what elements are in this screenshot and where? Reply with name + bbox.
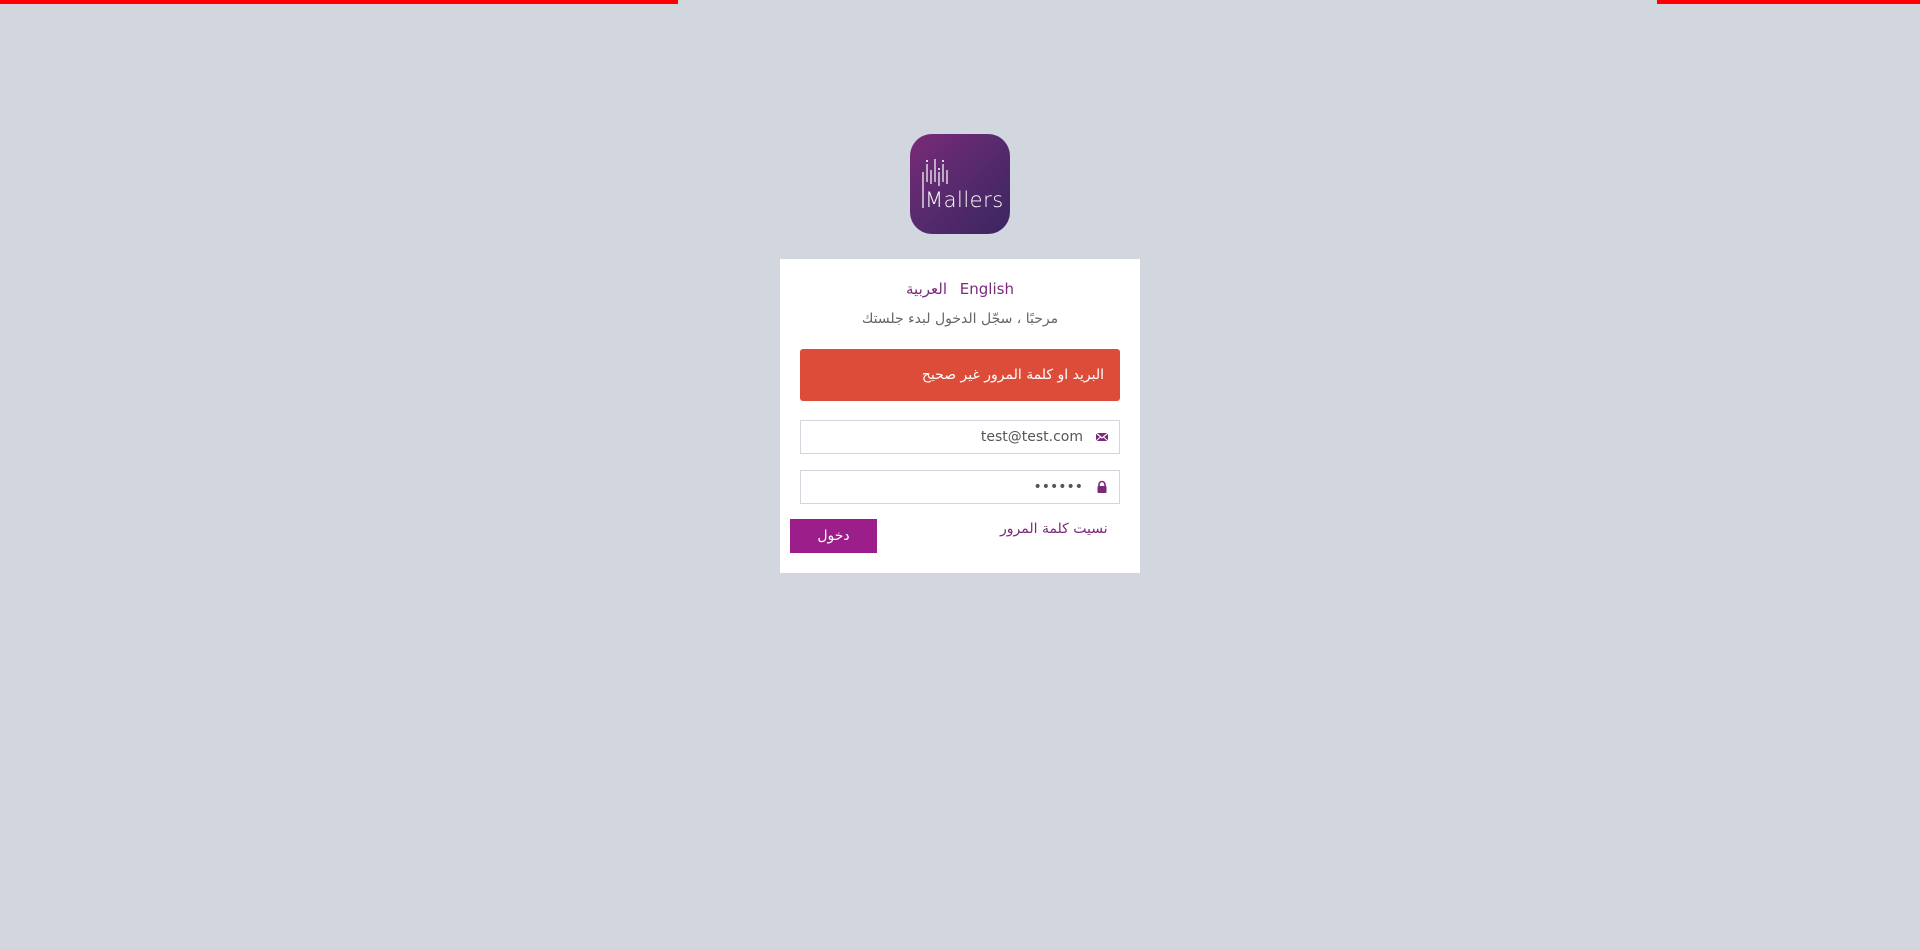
- password-field: [800, 470, 1120, 504]
- email-field: [800, 420, 1120, 454]
- language-switcher: العربية English: [780, 280, 1140, 298]
- forgot-password-link[interactable]: نسيت كلمة المرور: [1000, 521, 1108, 537]
- loading-progress-bar-right: [1657, 0, 1920, 4]
- login-button[interactable]: دخول: [790, 519, 877, 553]
- language-link-arabic[interactable]: العربية: [906, 280, 947, 298]
- password-input[interactable]: [801, 471, 1089, 503]
- error-alert: البريد او كلمة المرور غير صحيح: [800, 349, 1120, 401]
- email-input[interactable]: [801, 421, 1089, 453]
- login-box: العربية English مرحبًا ، سجّل الدخول لبد…: [780, 259, 1140, 573]
- language-link-english[interactable]: English: [960, 280, 1014, 298]
- loading-progress-bar-left: [0, 0, 678, 4]
- lock-icon: [1097, 480, 1107, 493]
- mallers-logo: Mallers: [910, 134, 1010, 234]
- logo-text: Mallers: [925, 188, 1004, 212]
- envelope-icon: [1095, 432, 1109, 442]
- login-welcome-message: مرحبًا ، سجّل الدخول لبدء جلستك: [861, 311, 1059, 327]
- logo-bars-icon: [922, 159, 948, 208]
